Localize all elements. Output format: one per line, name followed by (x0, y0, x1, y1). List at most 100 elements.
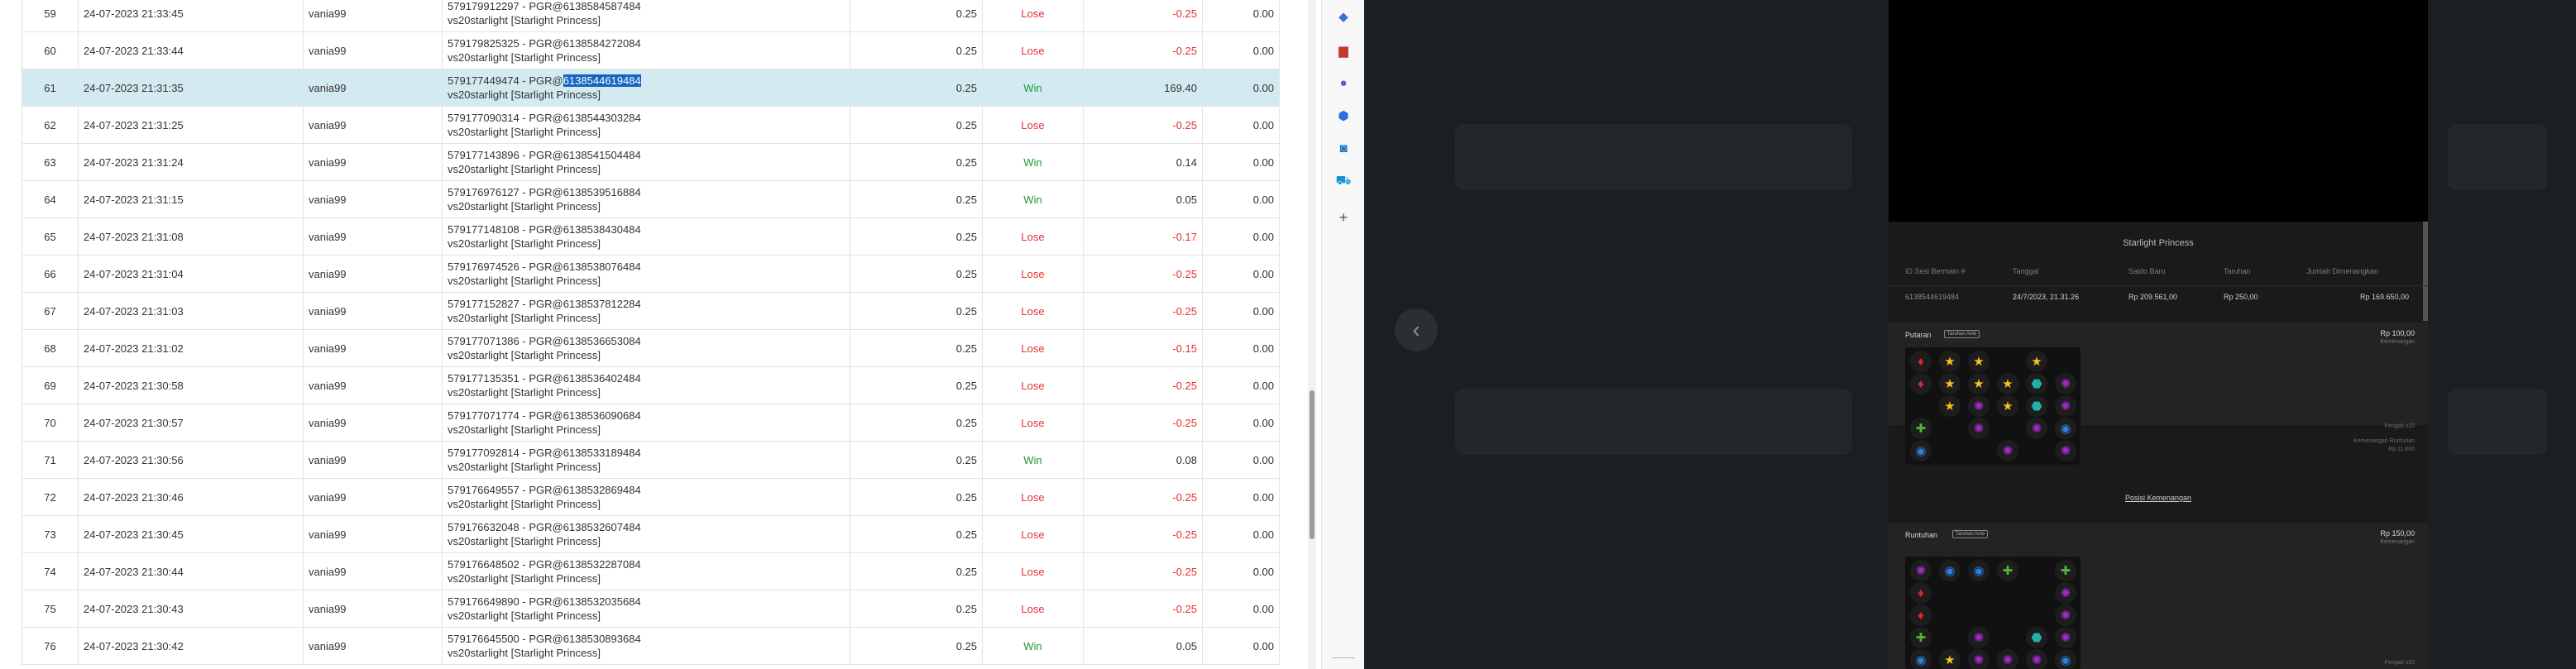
bet-cell: 0.25 (850, 329, 983, 367)
game-detail-cell[interactable]: 579176648502 - PGR@6138532287084 vs20star… (442, 552, 850, 590)
balance-cell: 0.00 (1202, 292, 1280, 330)
table-row[interactable]: 60 24-07-2023 21:33:44 vania99 579179825325… (22, 31, 1280, 69)
bet-cell: 0.25 (850, 515, 983, 553)
table-row[interactable]: 63 24-07-2023 21:31:24 vania99 579177143896… (22, 143, 1280, 181)
transaction-ref: PGR@6138544303284 (529, 112, 641, 124)
table-row[interactable]: 68 24-07-2023 21:31:02 vania99 579177071386… (22, 329, 1280, 367)
tumble-sub: Kemenangan (2380, 539, 2415, 545)
tag-icon[interactable]: ◆ (1334, 7, 1353, 26)
amount-cell: -0.25 (1083, 292, 1203, 330)
game-name: vs20starlight [Starlight Princess] (448, 14, 601, 26)
bet-id: 579176648502 (448, 558, 520, 571)
game-detail-cell[interactable]: 579176974526 - PGR@6138538076484 vs20star… (442, 255, 850, 293)
datetime-cell: 24-07-2023 21:30:44 (78, 552, 304, 590)
slot-symbol-icon: ★ (1939, 649, 1961, 669)
amount-cell: 0.14 (1083, 143, 1203, 181)
game-detail-cell[interactable]: 579177071774 - PGR@6138536090684 vs20star… (442, 404, 850, 442)
game-detail-cell[interactable]: 579177135351 - PGR@6138536402484 vs20star… (442, 366, 850, 404)
table-row[interactable]: 70 24-07-2023 21:30:57 vania99 579177071774… (22, 404, 1280, 442)
table-row[interactable]: 72 24-07-2023 21:30:46 vania99 579176649557… (22, 478, 1280, 516)
transaction-ref: PGR@6138536653084 (529, 335, 641, 347)
game-detail-cell[interactable]: 579177449474 - PGR@6138544619484 vs20star… (442, 69, 850, 107)
table-row[interactable]: 69 24-07-2023 21:30:58 vania99 579177135351… (22, 366, 1280, 404)
slot-symbol-icon: ✺ (2026, 649, 2047, 669)
tumble-symbol-grid: ✺ ◉ ◉ ✚ ✚ ♦ ✺ ♦ ✺ ✚ ✺ ⬣ ✺ ◉ ★ ✺ ✺ ✺ ◉ (1905, 557, 2080, 669)
table-row[interactable]: 76 24-07-2023 21:30:42 vania99 579176645500… (22, 627, 1280, 665)
people-icon[interactable]: ● (1334, 74, 1353, 92)
table-row[interactable]: 71 24-07-2023 21:30:56 vania99 579177092814… (22, 441, 1280, 479)
row-number: 76 (22, 627, 79, 665)
row-number: 68 (22, 329, 79, 367)
table-row[interactable]: 75 24-07-2023 21:30:43 vania99 579176649890… (22, 590, 1280, 628)
background-card (2448, 124, 2547, 190)
table-row[interactable]: 67 24-07-2023 21:31:03 vania99 579177152827… (22, 292, 1280, 330)
table-scrollbar-thumb[interactable] (1310, 390, 1314, 539)
back-arrow-button[interactable]: ‹ (1395, 308, 1438, 351)
selected-text[interactable]: 6138544619484 (563, 74, 641, 87)
hexagon-icon[interactable]: ⬢ (1334, 107, 1353, 125)
table-scrollbar-track[interactable] (1308, 0, 1316, 669)
result-cell: Lose (982, 329, 1084, 367)
plus-icon[interactable]: + (1334, 208, 1353, 227)
balance-cell: 0.00 (1202, 515, 1280, 553)
panel-scrollbar[interactable] (2423, 222, 2428, 321)
table-row[interactable]: 61 24-07-2023 21:31:35 vania99 579177449474… (22, 69, 1280, 107)
bet-cell: 0.25 (850, 627, 983, 665)
slot-symbol-icon: ✚ (1910, 418, 1932, 439)
balance-cell: 0.00 (1202, 627, 1280, 665)
amount-cell: -0.25 (1083, 255, 1203, 293)
game-name: vs20starlight [Starlight Princess] (448, 163, 601, 175)
game-detail-cell[interactable]: 579176645500 - PGR@6138530893684 vs20star… (442, 627, 850, 665)
table-row[interactable]: 65 24-07-2023 21:31:08 vania99 579177148108… (22, 217, 1280, 256)
bet-id: 579177143896 (448, 149, 520, 161)
game-detail-cell[interactable]: 579177092814 - PGR@6138533189484 vs20star… (442, 441, 850, 479)
balance-cell: 0.00 (1202, 366, 1280, 404)
slot-symbol-icon: ✚ (1910, 627, 1932, 648)
table-row[interactable]: 74 24-07-2023 21:30:44 vania99 579176648502… (22, 552, 1280, 590)
datetime-cell: 24-07-2023 21:31:35 (78, 69, 304, 107)
datetime-cell: 24-07-2023 21:30:43 (78, 590, 304, 628)
table-row[interactable]: 73 24-07-2023 21:30:45 vania99 579176632048… (22, 515, 1280, 553)
header-round-id: ID Sesi Bermain # (1905, 267, 1966, 275)
transaction-ref: PGR@6138541504484 (529, 149, 641, 161)
table-row[interactable]: 66 24-07-2023 21:31:04 vania99 579176974526… (22, 255, 1280, 293)
transaction-ref: PGR@6138532607484 (529, 521, 641, 533)
game-detail-cell[interactable]: 579179912297 - PGR@6138584587484 vs20star… (442, 0, 850, 32)
game-name: vs20starlight [Starlight Princess] (448, 312, 601, 324)
datetime-cell: 24-07-2023 21:31:04 (78, 255, 304, 293)
game-detail-cell[interactable]: 579177090314 - PGR@6138544303284 vs20star… (442, 106, 850, 144)
slot-symbol-icon: ✺ (1968, 395, 1989, 417)
slot-symbol-icon: ◉ (2055, 649, 2076, 669)
game-detail-cell[interactable]: 579176632048 - PGR@6138532607484 vs20star… (442, 515, 850, 553)
game-detail-cell[interactable]: 579176649890 - PGR@6138532035684 vs20star… (442, 590, 850, 628)
game-detail-cell[interactable]: 579176649557 - PGR@6138532869484 vs20star… (442, 478, 850, 516)
table-row[interactable]: 62 24-07-2023 21:31:25 vania99 579177090314… (22, 106, 1280, 144)
table-row[interactable]: 59 24-07-2023 21:33:45 vania99 579179912297… (22, 0, 1280, 32)
balance-cell: 0.00 (1202, 404, 1280, 442)
cart-icon[interactable]: ⛟ (1334, 172, 1353, 190)
slot-symbol-icon: ◉ (1939, 560, 1961, 581)
game-name: vs20starlight [Starlight Princess] (448, 572, 601, 585)
result-cell: Lose (982, 552, 1084, 590)
game-title: Starlight Princess (2123, 238, 2194, 248)
background-card (1455, 389, 1852, 455)
transaction-ref: PGR@6138537812284 (529, 298, 641, 310)
datetime-cell: 24-07-2023 21:30:57 (78, 404, 304, 442)
game-detail-cell[interactable]: 579177071386 - PGR@6138536653084 vs20star… (442, 329, 850, 367)
game-detail-cell[interactable]: 579177148108 - PGR@6138538430484 vs20star… (442, 217, 850, 256)
balance-cell: 0.00 (1202, 255, 1280, 293)
outlook-icon[interactable]: ◙ (1334, 139, 1353, 157)
briefcase-icon[interactable]: ▆ (1334, 41, 1353, 60)
username-cell: vania99 (303, 627, 443, 665)
table-row[interactable]: 64 24-07-2023 21:31:15 vania99 579176976127… (22, 180, 1280, 218)
datetime-cell: 24-07-2023 21:31:08 (78, 217, 304, 256)
tumble-title: Runtuhan (1905, 531, 1938, 539)
win-positions-link[interactable]: Posisi Kemenangan (1889, 494, 2428, 502)
result-cell: Win (982, 627, 1084, 665)
game-detail-cell[interactable]: 579176976127 - PGR@6138539516884 vs20star… (442, 180, 850, 218)
game-detail-cell[interactable]: 579177152827 - PGR@6138537812284 vs20star… (442, 292, 850, 330)
game-window: Starlight Princess ID Sesi Bermain # Tan… (1889, 0, 2428, 669)
username-cell: vania99 (303, 478, 443, 516)
game-detail-cell[interactable]: 579179825325 - PGR@6138584272084 vs20star… (442, 31, 850, 69)
game-detail-cell[interactable]: 579177143896 - PGR@6138541504484 vs20star… (442, 143, 850, 181)
